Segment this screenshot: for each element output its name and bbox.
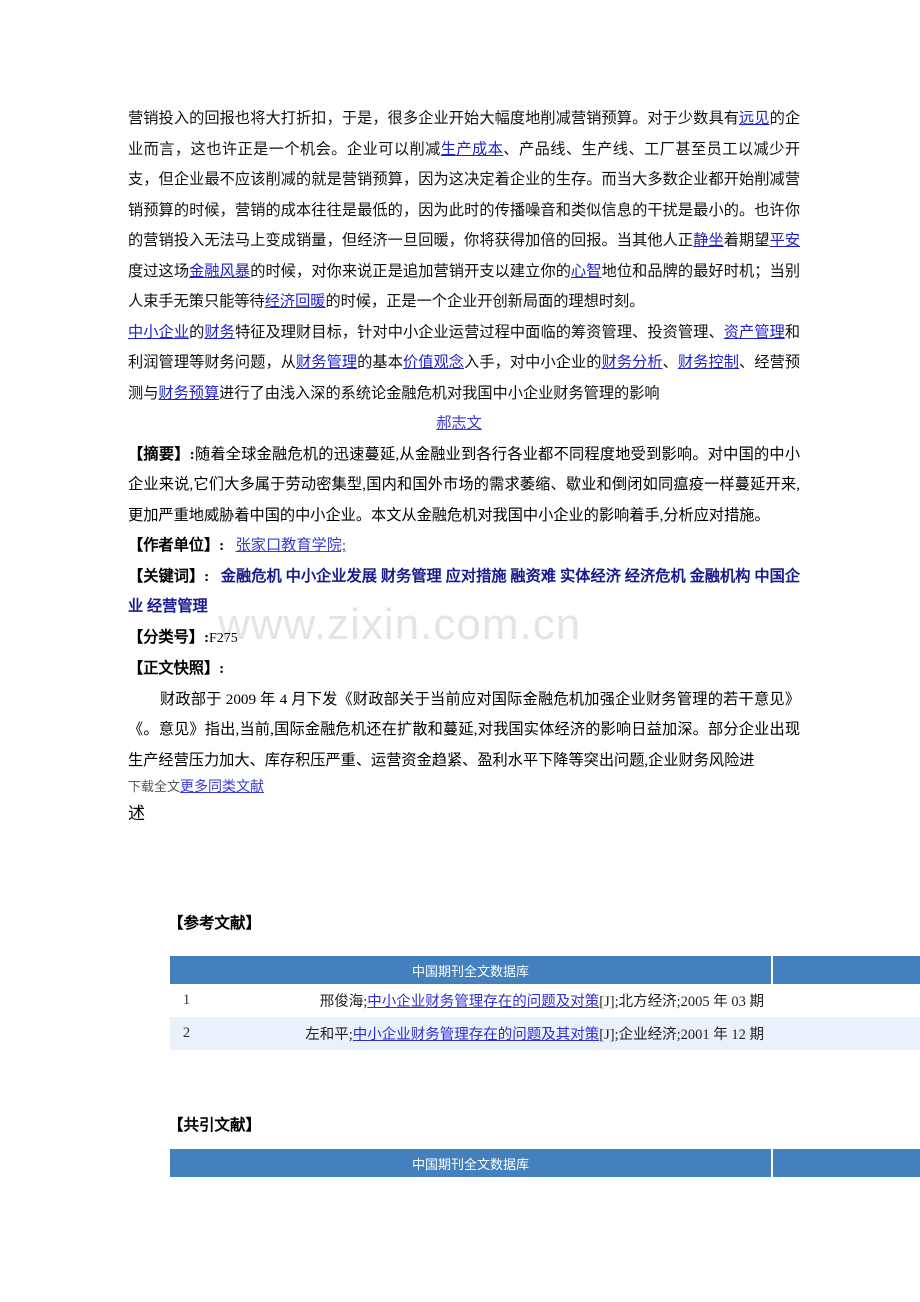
cocitations-db-header: 中国期刊全文数据库 [170, 1149, 774, 1177]
paragraph-marketing: 营销投入的回报也将大打折扣，于是，很多企业开始大幅度地削减营销预算。对于少数具有… [128, 104, 800, 318]
classification-label: 【分类号】: [128, 628, 209, 646]
references-heading: 【参考文献】 [168, 914, 262, 932]
para2-seg8: 进行了由浅入深的系统论金融危机对我国中小企业财务管理的影响 [219, 384, 660, 402]
trailing-character: 述 [128, 804, 145, 823]
download-full-text-label[interactable]: 下载全文 [128, 779, 180, 794]
fulltext-label: 【正文快照】: [128, 660, 225, 677]
author-link[interactable]: 郝志文 [436, 415, 482, 432]
link-asset-management[interactable]: 资产管理 [724, 324, 785, 341]
link-jingzuo[interactable]: 静坐 [693, 232, 724, 249]
download-row: 下载全文更多同类文献 [128, 776, 800, 799]
references-db-header: 中国期刊全文数据库 [170, 956, 774, 984]
citation-author: 左和平; [305, 1027, 353, 1043]
link-financial-analysis[interactable]: 财务分析 [602, 354, 663, 371]
abstract-text: 随着全球金融危机的迅速蔓延,从金融业到各行各业都不同程度地受到影响。对中国的中小… [128, 445, 801, 524]
affiliation-label: 【作者单位】: [128, 537, 225, 554]
link-financial-management[interactable]: 财务管理 [296, 354, 357, 371]
keywords-label: 【关键词】: [128, 567, 210, 585]
affiliation-line: 【作者单位】: 张家口教育学院; [128, 531, 800, 562]
citation-author: 邢俊海; [319, 994, 368, 1010]
citation-overflow-cell [772, 984, 920, 1017]
link-economic-recovery[interactable]: 经济回暖 [265, 293, 326, 310]
table-row[interactable]: 1 邢俊海;中小企业财务管理存在的问题及对策[J];北方经济;2005 年 03… [170, 984, 920, 1017]
table-header-row: 中国期刊全文数据库 [170, 956, 920, 984]
more-similar-literature-link[interactable]: 更多同类文献 [180, 780, 264, 795]
para1-seg6: 的时候，对你来说正是追加营销开支以建立你的 [250, 262, 571, 280]
paragraph-sme-finance: 中小企业的财务特征及理财目标，针对中小企业运营过程中面临的筹资管理、投资管理、资… [128, 318, 800, 410]
row-number: 1 [170, 984, 203, 1017]
citation-overflow-cell [772, 1017, 920, 1050]
references-table: 中国期刊全文数据库 1 邢俊海;中小企业财务管理存在的问题及对策[J];北方经济… [170, 956, 920, 1050]
para2-seg5: 入手，对中小企业的 [464, 354, 602, 371]
link-sme[interactable]: 中小企业 [128, 324, 189, 341]
citation-cell: 邢俊海;中小企业财务管理存在的问题及对策[J];北方经济;2005 年 03 期 [203, 984, 773, 1017]
cocitations-header-blank [772, 1149, 920, 1177]
para2-seg4: 的基本 [357, 354, 403, 371]
keywords-value: 金融危机 中小企业发展 财务管理 应对措施 融资难 实体经济 经济危机 金融机构… [128, 567, 801, 616]
article-body: 营销投入的回报也将大打折扣，于是，很多企业开始大幅度地削减营销预算。对于少数具有… [128, 104, 800, 829]
abstract-label: 【摘要】: [128, 445, 195, 463]
classification-value: F275 [209, 630, 238, 646]
para1-seg8: 的时候，正是一个企业开创新局面的理想时刻。 [325, 293, 645, 310]
document-page: www.zixin.com.cn 营销投入的回报也将大打折扣，于是，很多企业开始… [0, 0, 920, 1302]
link-finance[interactable]: 财务 [204, 324, 235, 341]
link-financial-control[interactable]: 财务控制 [678, 354, 739, 371]
author-line: 郝志文 [128, 409, 800, 440]
citation-title-link[interactable]: 中小企业财务管理存在的问题及其对策 [353, 1027, 600, 1043]
link-financial-storm[interactable]: 金融风暴 [189, 263, 250, 280]
para1-seg4: 着期望 [723, 232, 770, 249]
references-header-blank [772, 956, 920, 984]
link-financial-budget[interactable]: 财务预算 [158, 385, 219, 402]
table-header-row: 中国期刊全文数据库 [170, 1149, 920, 1177]
link-yuanjian[interactable]: 远见 [739, 110, 770, 127]
classification-line: 【分类号】:F275 [128, 623, 800, 655]
table-row[interactable]: 2 左和平;中小企业财务管理存在的问题及其对策[J];企业经济;2001 年 1… [170, 1017, 920, 1050]
fulltext-snapshot: 财政部于 2009 年 4 月下发《财政部关于当前应对国际金融危机加强企业财务管… [128, 690, 800, 769]
cocitations-heading: 【共引文献】 [168, 1116, 262, 1134]
citation-title-link[interactable]: 中小企业财务管理存在的问题及对策 [367, 994, 599, 1010]
link-value-concept[interactable]: 价值观念 [403, 354, 464, 371]
citation-suffix: [J];北方经济;2005 年 03 期 [599, 994, 765, 1010]
para2-seg6: 、 [662, 354, 678, 371]
cocitations-table: 中国期刊全文数据库 [170, 1149, 920, 1177]
affiliation-link[interactable]: 张家口教育学院; [236, 537, 347, 554]
citation-cell: 左和平;中小企业财务管理存在的问题及其对策[J];企业经济;2001 年 12 … [203, 1017, 773, 1050]
link-production-cost[interactable]: 生产成本 [441, 141, 504, 158]
link-pingan[interactable]: 平安 [770, 232, 800, 249]
para2-seg2: 特征及理财目标，针对中小企业运营过程中面临的筹资管理、投资管理、 [234, 323, 724, 341]
row-number: 2 [170, 1017, 203, 1050]
citation-suffix: [J];企业经济;2001 年 12 期 [599, 1027, 765, 1043]
keywords-line: 【关键词】: 金融危机 中小企业发展 财务管理 应对措施 融资难 实体经济 经济… [128, 562, 800, 623]
para1-seg5: 度过这场 [128, 262, 190, 280]
abstract-paragraph: 【摘要】:随着全球金融危机的迅速蔓延,从金融业到各行各业都不同程度地受到影响。对… [128, 440, 800, 532]
para1-seg1: 营销投入的回报也将大打折扣，于是，很多企业开始大幅度地削减营销预算。对于少数具有 [128, 110, 739, 127]
link-xinzhi[interactable]: 心智 [571, 263, 602, 280]
para2-seg1: 的 [189, 323, 205, 341]
